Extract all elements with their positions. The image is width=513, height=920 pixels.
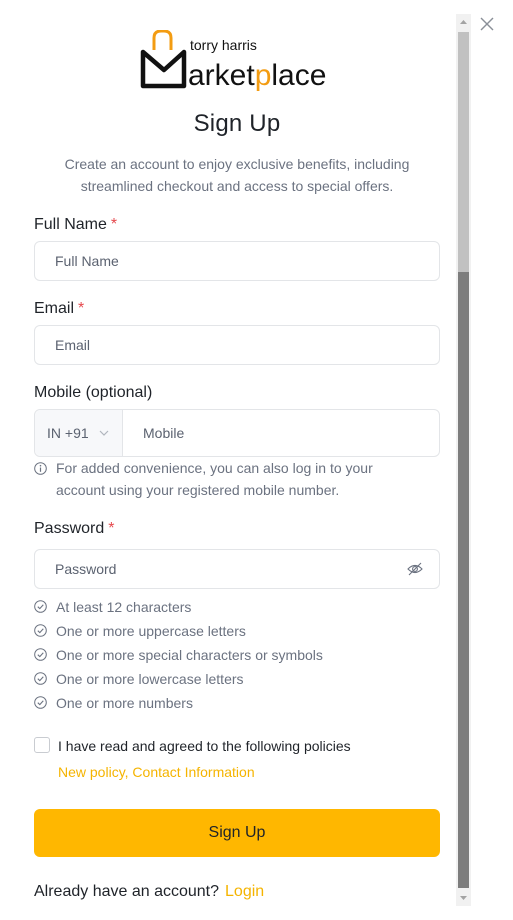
login-link[interactable]: Login	[225, 883, 264, 900]
country-code-select[interactable]: IN +91	[35, 410, 123, 456]
marketplace-logo: torry harris arketplace	[140, 30, 326, 92]
required-asterisk: *	[108, 520, 115, 537]
mobile-hint: For added convenience, you can also log …	[56, 460, 373, 498]
signup-button[interactable]: Sign Up	[34, 809, 440, 857]
required-asterisk: *	[110, 216, 118, 233]
check-circle-icon	[34, 696, 47, 709]
scroll-down-arrow-icon[interactable]	[456, 890, 471, 906]
email-placeholder: Email	[55, 337, 91, 353]
email-field[interactable]: Email	[34, 325, 440, 365]
mobile-label: Mobile (optional)	[34, 384, 153, 401]
scrollbar[interactable]	[456, 14, 471, 906]
login-prompt: Already have an account?	[34, 883, 220, 900]
svg-text:arketplace: arketplace	[188, 59, 326, 92]
already-have-account: Already have an account? Login	[34, 883, 264, 901]
page-title: Sign Up	[193, 110, 281, 137]
signup-panel: torry harris arketplace Sign Up Create a…	[0, 0, 455, 920]
full-name-placeholder: Full Name	[55, 253, 119, 269]
policies-link[interactable]: New policy, Contact Information	[58, 764, 255, 780]
country-code-value: IN +91	[47, 425, 89, 441]
check-circle-icon	[34, 648, 47, 661]
scrollbar-track-upper	[458, 32, 469, 272]
password-placeholder: Password	[55, 561, 117, 577]
required-asterisk: *	[78, 300, 85, 317]
mobile-field-group: IN +91 Mobile	[34, 409, 440, 457]
brand-small-text: torry harris	[190, 37, 257, 53]
agree-checkbox[interactable]	[34, 737, 50, 753]
check-circle-icon	[34, 600, 47, 613]
page-subtitle: Create an account to enjoy exclusive ben…	[64, 156, 410, 194]
check-circle-icon	[34, 624, 47, 637]
email-label: Email *	[34, 300, 85, 317]
agree-label: I have read and agreed to the following …	[58, 738, 351, 754]
mobile-input[interactable]: Mobile	[143, 410, 184, 456]
eye-off-icon[interactable]	[407, 561, 423, 577]
scrollbar-thumb[interactable]	[458, 272, 469, 888]
full-name-field[interactable]: Full Name	[34, 241, 440, 281]
full-name-label: Full Name *	[34, 216, 118, 233]
chevron-down-icon	[99, 430, 109, 436]
info-icon	[34, 462, 47, 475]
scroll-up-arrow-icon[interactable]	[456, 14, 471, 30]
password-label: Password *	[34, 520, 115, 537]
close-icon[interactable]	[479, 16, 495, 32]
check-circle-icon	[34, 672, 47, 685]
password-field[interactable]: Password	[34, 549, 440, 589]
